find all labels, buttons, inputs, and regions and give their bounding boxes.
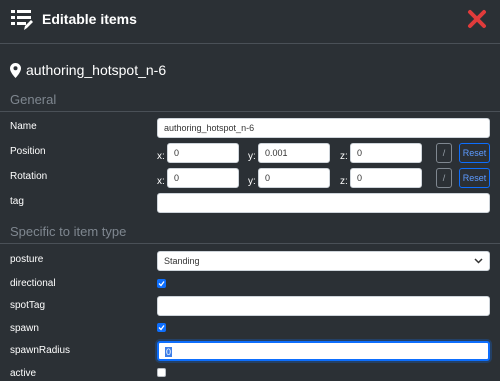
rotation-x-label: x: — [157, 176, 165, 187]
rotation-pick-button[interactable]: / — [436, 168, 452, 188]
position-z-label: z: — [340, 151, 348, 162]
rotation-y-label: y: — [248, 176, 256, 187]
spawn-checkbox[interactable] — [157, 323, 166, 332]
position-y-label: y: — [248, 151, 256, 162]
active-label: active — [10, 368, 37, 379]
spawnRadius-input[interactable]: 0 — [157, 341, 490, 361]
section-general: General — [0, 90, 500, 112]
spawn-label: spawn — [10, 323, 39, 334]
spotTag-label: spotTag — [10, 300, 46, 311]
posture-select[interactable]: Standing — [157, 251, 490, 271]
rotation-reset-button[interactable]: Reset — [459, 168, 490, 188]
tag-input[interactable] — [157, 193, 490, 213]
panel-title: Editable items — [42, 11, 137, 27]
rotation-label: Rotation — [10, 171, 48, 182]
map-pin-icon — [10, 63, 21, 78]
posture-select-value: Standing — [164, 256, 200, 266]
section-specific: Specific to item type — [0, 222, 500, 244]
item-name: authoring_hotspot_n-6 — [26, 62, 167, 78]
close-x-icon[interactable] — [466, 8, 488, 30]
position-x-input[interactable]: 0 — [167, 143, 239, 163]
chevron-down-icon — [474, 258, 483, 264]
position-pick-button[interactable]: / — [436, 143, 452, 163]
rotation-y-input[interactable]: 0 — [258, 168, 330, 188]
position-x-label: x: — [157, 151, 165, 162]
section-specific-title: Specific to item type — [10, 224, 127, 239]
tag-label: tag — [10, 196, 24, 207]
active-checkbox[interactable] — [157, 368, 166, 377]
spotTag-input[interactable] — [157, 296, 490, 316]
spawnRadius-label: spawnRadius — [10, 345, 71, 356]
name-label: Name — [10, 121, 37, 132]
directional-checkbox[interactable] — [157, 279, 166, 288]
position-label: Position — [10, 146, 46, 157]
rotation-z-label: z: — [340, 176, 348, 187]
position-z-input[interactable]: 0 — [350, 143, 422, 163]
directional-label: directional — [10, 278, 56, 289]
posture-label: posture — [10, 254, 44, 265]
rotation-x-input[interactable]: 0 — [167, 168, 239, 188]
check-icon — [158, 325, 165, 331]
section-general-title: General — [10, 92, 57, 107]
list-edit-icon — [11, 10, 33, 30]
position-reset-button[interactable]: Reset — [459, 143, 490, 163]
position-y-input[interactable]: 0.001 — [258, 143, 330, 163]
rotation-z-input[interactable]: 0 — [350, 168, 422, 188]
name-input[interactable]: authoring_hotspot_n-6 — [157, 118, 490, 138]
panel-header: Editable items — [0, 0, 500, 44]
spawnRadius-value: 0 — [165, 347, 173, 357]
check-icon — [158, 281, 165, 287]
